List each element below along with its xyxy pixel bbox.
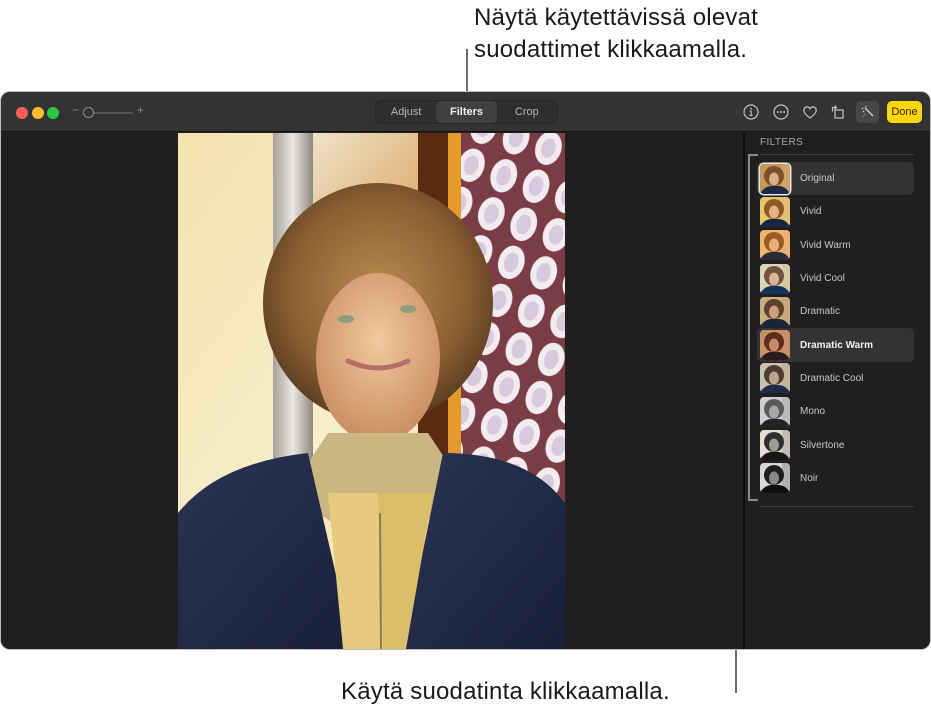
filter-item-dramatic-cool[interactable]: Dramatic Cool [757, 362, 914, 395]
filters-sidebar: FILTERS Original Vivid Vivid Warm Vivid Coo… [745, 133, 930, 649]
fullscreen-window-button[interactable] [47, 107, 59, 119]
filter-thumbnail [760, 296, 790, 327]
callout-filters-tab: Näytä käytettävissä olevat suodattimet k… [474, 2, 894, 66]
filter-item-vivid-cool[interactable]: Vivid Cool [757, 262, 914, 295]
toolbar: − + Adjust Filters Crop Done [1, 92, 930, 132]
filter-label: Dramatic [800, 306, 841, 318]
filter-item-dramatic[interactable]: Dramatic [757, 295, 914, 328]
filter-item-mono[interactable]: Mono [757, 395, 914, 428]
filter-thumbnail [760, 163, 790, 194]
filter-thumbnail [760, 196, 790, 227]
zoom-in-icon[interactable]: + [137, 103, 144, 117]
edit-mode-tabs: Adjust Filters Crop [375, 100, 558, 124]
info-icon[interactable] [742, 103, 760, 121]
filter-label: Silvertone [800, 439, 845, 451]
filter-label: Mono [800, 406, 826, 418]
callout-apply-filter: Käytä suodatinta klikkaamalla. [341, 678, 670, 705]
photos-edit-window: − + Adjust Filters Crop Done FILTERS Ori… [1, 92, 930, 649]
filter-thumbnail [760, 363, 790, 394]
filter-label: Vivid [800, 206, 822, 218]
filter-item-original[interactable]: Original [757, 162, 914, 196]
callout-top-line2: suodattimet klikkaamalla. [474, 36, 748, 63]
auto-enhance-button[interactable] [856, 101, 879, 123]
bracket-vertical [748, 154, 750, 501]
filter-thumbnail [760, 263, 790, 294]
filter-label: Vivid Warm [800, 239, 851, 251]
bracket-top [748, 154, 758, 156]
tab-crop[interactable]: Crop [497, 101, 557, 123]
minimize-window-button[interactable] [32, 107, 44, 119]
auto-enhance-icon [861, 105, 873, 117]
close-window-button[interactable] [16, 107, 28, 119]
tab-adjust[interactable]: Adjust [376, 101, 436, 123]
filter-label: Original [800, 173, 835, 185]
filter-label: Dramatic Cool [800, 372, 864, 384]
sidebar-top-rule [760, 154, 914, 155]
sidebar-bottom-rule [760, 506, 914, 507]
filter-thumbnail [760, 463, 790, 494]
tab-filters[interactable]: Filters [436, 101, 497, 123]
filter-item-vivid[interactable]: Vivid [757, 195, 914, 228]
filter-thumbnail [760, 430, 790, 461]
portrait-photo [178, 133, 565, 649]
callout-top-line1: Näytä käytettävissä olevat [474, 4, 759, 31]
done-button[interactable]: Done [887, 101, 922, 123]
edited-photo[interactable] [178, 133, 565, 649]
filter-list: Original Vivid Vivid Warm Vivid Cool Dramati… [757, 162, 914, 495]
more-icon[interactable] [772, 103, 790, 121]
filter-item-noir[interactable]: Noir [757, 462, 914, 495]
filter-thumbnail [760, 396, 790, 427]
filter-thumbnail [760, 330, 790, 361]
filter-item-silvertone[interactable]: Silvertone [757, 428, 914, 461]
filter-label: Noir [800, 472, 819, 484]
bracket-bottom [748, 499, 758, 501]
filter-item-vivid-warm[interactable]: Vivid Warm [757, 229, 914, 262]
filter-label: Dramatic Warm [800, 339, 873, 351]
filters-heading: FILTERS [760, 137, 804, 148]
zoom-out-icon[interactable]: − [72, 103, 79, 117]
rotate-icon[interactable] [829, 103, 847, 121]
filter-item-dramatic-warm[interactable]: Dramatic Warm [757, 328, 914, 362]
photo-canvas [1, 133, 743, 649]
heart-icon[interactable] [801, 103, 819, 121]
zoom-slider-knob[interactable] [83, 107, 94, 118]
filter-thumbnail [760, 230, 790, 261]
filter-label: Vivid Cool [800, 273, 845, 285]
